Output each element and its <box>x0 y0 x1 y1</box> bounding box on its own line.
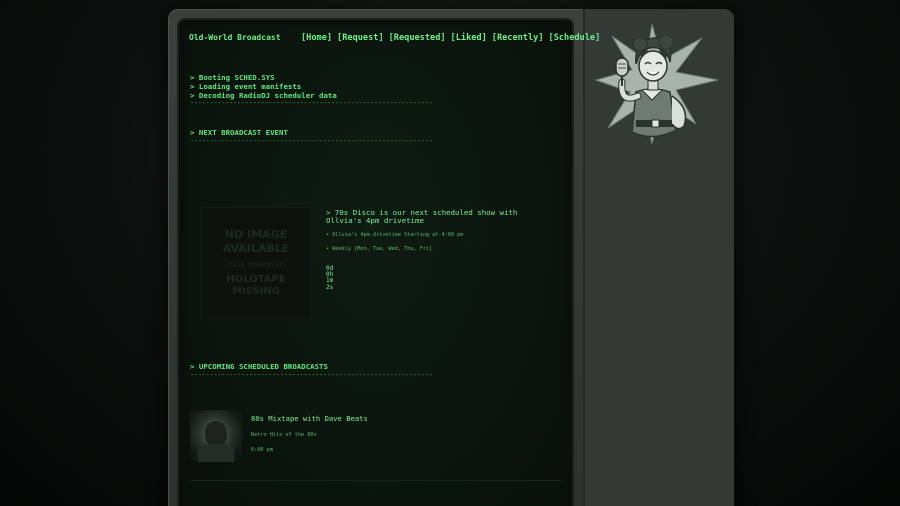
divider-rule: ----------------------------------------… <box>190 137 433 145</box>
countdown-seconds: 2s <box>326 283 334 291</box>
pinup-radio-host-illustration <box>594 23 719 145</box>
boot-line-1: > Booting SCHED.SYS <box>190 73 275 82</box>
next-event-recurrence: • Weekly [Mon, Tue, Wed, Thu, Fri] <box>326 246 433 252</box>
nav-requested[interactable]: [Requested] <box>389 33 446 43</box>
next-event-title: > 70s Disco is our next scheduled show w… <box>326 208 518 225</box>
placeholder-text: AVAILABLE <box>222 242 290 255</box>
countdown-timer: 0d 0h 1m 2s <box>326 265 334 291</box>
nav-home[interactable]: [Home] <box>301 33 332 43</box>
show-title[interactable]: 80s Mixtape with Dave Beats <box>251 414 368 423</box>
next-event-detail: • Ollvia's 4pm drivetime Starting at 4:0… <box>326 232 464 238</box>
placeholder-text: NO IMAGE <box>224 228 288 241</box>
upcoming-heading: > UPCOMING SCHEDULED BROADCASTS <box>190 362 328 371</box>
no-image-placeholder: NO IMAGE AVAILABLE [DATA CORRUPTED] HOLO… <box>200 207 312 319</box>
main-nav: [Home] [Request] [Requested] [Liked] [Re… <box>301 33 600 43</box>
dj-photo-body <box>198 444 234 462</box>
site-title[interactable]: Old-World Broadcast <box>189 33 281 42</box>
show-thumbnail[interactable] <box>190 410 242 462</box>
next-event-heading: > NEXT BROADCAST EVENT <box>190 128 288 137</box>
divider-rule: ----------------------------------------… <box>190 99 433 107</box>
placeholder-text: MISSING <box>232 286 280 297</box>
show-time: 6:00 pm <box>251 447 273 453</box>
divider-rule: ----------------------------------------… <box>190 371 433 379</box>
nav-recently[interactable]: [Recently] <box>492 33 544 43</box>
nav-request[interactable]: [Request] <box>337 33 384 43</box>
nav-liked[interactable]: [Liked] <box>451 33 487 43</box>
show-description: Retro Hits of the 80s <box>251 432 317 438</box>
boot-line-2: > Loading event manifests <box>190 82 302 91</box>
placeholder-text: [DATA CORRUPTED] <box>224 261 288 269</box>
placeholder-text: HOLOTAPE <box>226 274 286 285</box>
list-divider <box>190 480 562 481</box>
